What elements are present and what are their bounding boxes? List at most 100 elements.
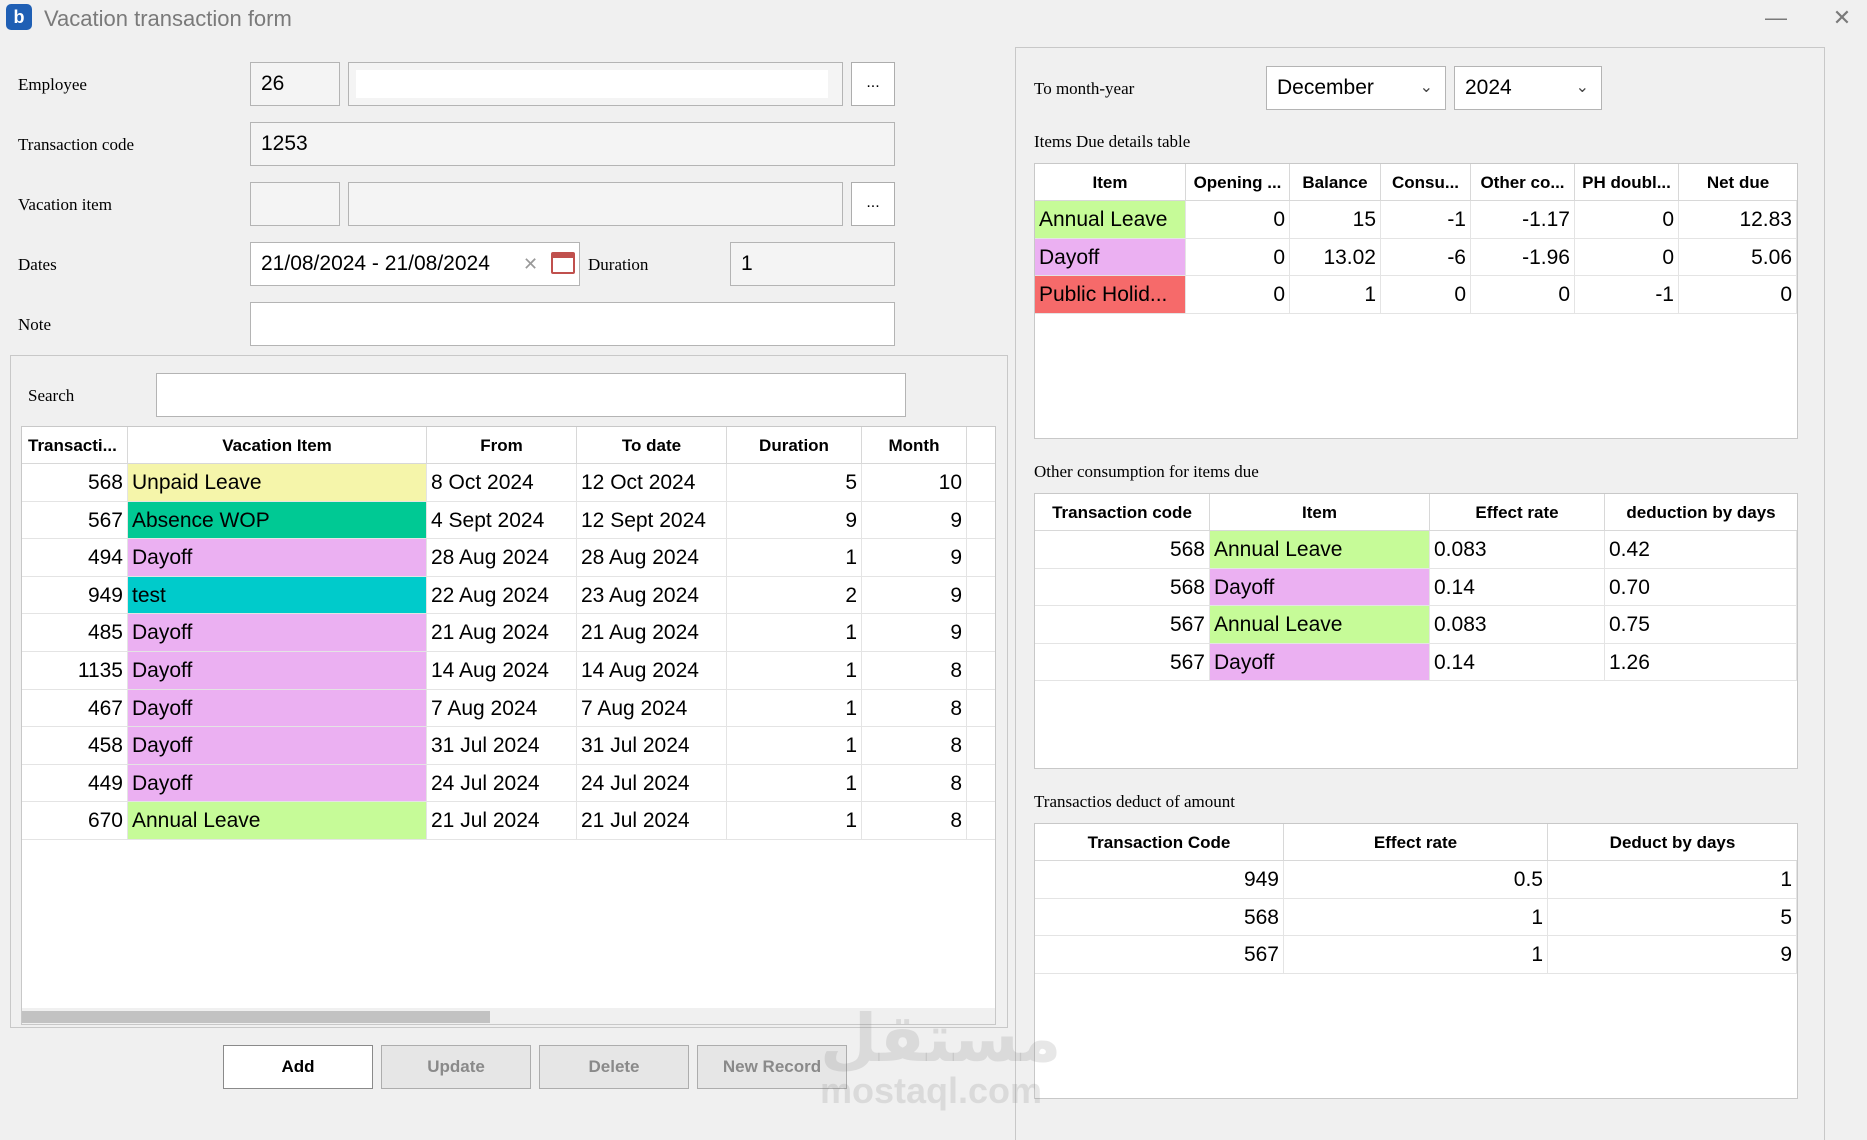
search-input[interactable] [156, 373, 906, 417]
other-consumption-title: Other consumption for items due [1034, 462, 1259, 481]
column-header-effect-rate[interactable]: Effect rate [1430, 494, 1605, 530]
column-header-other-consumption[interactable]: Other co... [1471, 164, 1575, 200]
transaction-code-cell: 568 [22, 464, 128, 501]
window-title: Vacation transaction form [44, 6, 292, 31]
add-button[interactable]: Add [223, 1045, 373, 1089]
duration-field[interactable]: 1 [730, 242, 895, 286]
table-row[interactable]: 567 Dayoff 0.14 1.26 [1035, 643, 1797, 682]
column-header-net-due[interactable]: Net due [1679, 164, 1797, 200]
table-row[interactable]: 949 test 22 Aug 2024 23 Aug 2024 2 9 [22, 576, 995, 615]
table-row[interactable]: Public Holid... 0 1 0 0 -1 0 [1035, 276, 1797, 314]
column-header-item[interactable]: Item [1035, 164, 1186, 200]
to-month-year-label: To month-year [1034, 79, 1135, 98]
table-row[interactable]: Annual Leave 0 15 -1 -1.17 0 12.83 [1035, 201, 1797, 239]
transaction-code-cell: 485 [22, 614, 128, 651]
clear-icon[interactable]: ✕ [523, 243, 538, 285]
table-row[interactable]: 458 Dayoff 31 Jul 2024 31 Jul 2024 1 8 [22, 727, 995, 765]
item-cell: Dayoff [1035, 238, 1186, 276]
table-row[interactable]: 568 Dayoff 0.14 0.70 [1035, 568, 1797, 607]
note-field[interactable] [250, 302, 895, 346]
effect-rate-cell: 0.14 [1430, 643, 1605, 681]
column-header-deduct-by-days[interactable]: Deduct by days [1548, 824, 1797, 860]
column-header-opening[interactable]: Opening ... [1186, 164, 1290, 200]
column-header-transaction-code[interactable]: Transaction code [1035, 494, 1210, 530]
employee-label: Employee [18, 75, 87, 94]
vacation-item-name-field[interactable] [348, 182, 843, 226]
calendar-icon[interactable] [551, 252, 575, 274]
table-row[interactable]: 568 1 5 [1035, 898, 1797, 937]
table-row[interactable]: 449 Dayoff 24 Jul 2024 24 Jul 2024 1 8 [22, 764, 995, 803]
column-header-transaction-code[interactable]: Transaction Code [1035, 824, 1284, 860]
column-header-ph-double[interactable]: PH doubl... [1575, 164, 1679, 200]
month-select[interactable]: December ⌄ [1266, 66, 1446, 110]
title-bar: b Vacation transaction form — ✕ [0, 0, 1867, 38]
column-header-duration[interactable]: Duration [727, 427, 862, 463]
table-row[interactable]: Dayoff 0 13.02 -6 -1.96 0 5.06 [1035, 238, 1797, 277]
column-header-month[interactable]: Month [862, 427, 967, 463]
duration-cell: 1 [727, 539, 862, 576]
transaction-code-cell: 467 [22, 689, 128, 727]
month-cell: 8 [862, 727, 967, 764]
chevron-down-icon: ⌄ [1575, 79, 1589, 96]
opening-cell: 0 [1186, 276, 1290, 313]
column-header-to-date[interactable]: To date [577, 427, 727, 463]
items-due-title: Items Due details table [1034, 132, 1191, 151]
minimize-button[interactable]: — [1756, 2, 1796, 34]
table-row[interactable]: 467 Dayoff 7 Aug 2024 7 Aug 2024 1 8 [22, 689, 995, 728]
column-header-deduction-by-days[interactable]: deduction by days [1605, 494, 1797, 530]
employee-browse-button[interactable]: ... [851, 62, 895, 106]
other-consumption-cell: -1.96 [1471, 238, 1575, 276]
transaction-code-field[interactable]: 1253 [250, 122, 895, 166]
vacation-item-cell: test [128, 576, 427, 614]
effect-rate-cell: 0.083 [1430, 606, 1605, 643]
employee-id-field[interactable]: 26 [250, 62, 340, 106]
year-select-value: 2024 [1465, 76, 1512, 99]
year-select[interactable]: 2024 ⌄ [1454, 66, 1602, 110]
vacation-item-cell: Dayoff [128, 764, 427, 802]
column-header-item[interactable]: Item [1210, 494, 1430, 530]
item-cell: Public Holid... [1035, 276, 1186, 313]
transaction-code-cell: 494 [22, 539, 128, 576]
other-consumption-cell: -1.17 [1471, 201, 1575, 238]
table-row[interactable]: 567 Absence WOP 4 Sept 2024 12 Sept 2024 9 9 [22, 501, 995, 540]
employee-name-field[interactable] [348, 62, 843, 106]
column-header-from[interactable]: From [427, 427, 577, 463]
column-header-balance[interactable]: Balance [1290, 164, 1381, 200]
item-cell: Dayoff [1210, 643, 1430, 681]
transaction-code-cell: 458 [22, 727, 128, 764]
note-label: Note [18, 315, 52, 334]
table-row[interactable]: 567 1 9 [1035, 936, 1797, 974]
table-row[interactable]: 494 Dayoff 28 Aug 2024 28 Aug 2024 1 9 [22, 539, 995, 577]
column-header-consumed[interactable]: Consu... [1381, 164, 1471, 200]
scrollbar-thumb[interactable] [22, 1011, 490, 1023]
to-date-cell: 28 Aug 2024 [577, 539, 727, 576]
month-select-value: December [1277, 76, 1374, 99]
close-button[interactable]: ✕ [1822, 2, 1862, 34]
ph-double-cell: 0 [1575, 238, 1679, 276]
vacation-item-browse-button[interactable]: ... [851, 182, 895, 226]
dates-range-picker[interactable]: 21/08/2024 - 21/08/2024 ✕ [250, 242, 580, 286]
column-header-effect-rate[interactable]: Effect rate [1284, 824, 1548, 860]
deduction-by-days-cell: 0.42 [1605, 531, 1797, 568]
table-row[interactable]: 485 Dayoff 21 Aug 2024 21 Aug 2024 1 9 [22, 614, 995, 652]
column-header-transaction[interactable]: Transacti... [22, 427, 128, 463]
to-date-cell: 24 Jul 2024 [577, 764, 727, 802]
from-date-cell: 7 Aug 2024 [427, 689, 577, 727]
month-cell: 9 [862, 614, 967, 651]
update-button[interactable]: Update [381, 1045, 531, 1089]
from-date-cell: 8 Oct 2024 [427, 464, 577, 501]
item-cell: Annual Leave [1035, 201, 1186, 238]
deduction-by-days-cell: 0.70 [1605, 568, 1797, 606]
duration-cell: 1 [727, 614, 862, 651]
items-due-body: Annual Leave 0 15 -1 -1.17 0 12.83 Dayoff 0 13.02… [1035, 201, 1797, 314]
table-row[interactable]: 1135 Dayoff 14 Aug 2024 14 Aug 2024 1 8 [22, 651, 995, 690]
table-row[interactable]: 670 Annual Leave 21 Jul 2024 21 Jul 2024 1 8 [22, 802, 995, 840]
delete-button[interactable]: Delete [539, 1045, 689, 1089]
column-header-vacation-item[interactable]: Vacation Item [128, 427, 427, 463]
table-row[interactable]: 567 Annual Leave 0.083 0.75 [1035, 606, 1797, 644]
effect-rate-cell: 0.5 [1284, 861, 1548, 898]
table-row[interactable]: 949 0.5 1 [1035, 861, 1797, 899]
vacation-item-code-field[interactable] [250, 182, 340, 226]
table-row[interactable]: 568 Unpaid Leave 8 Oct 2024 12 Oct 2024 5 10 [22, 464, 995, 502]
table-row[interactable]: 568 Annual Leave 0.083 0.42 [1035, 531, 1797, 569]
